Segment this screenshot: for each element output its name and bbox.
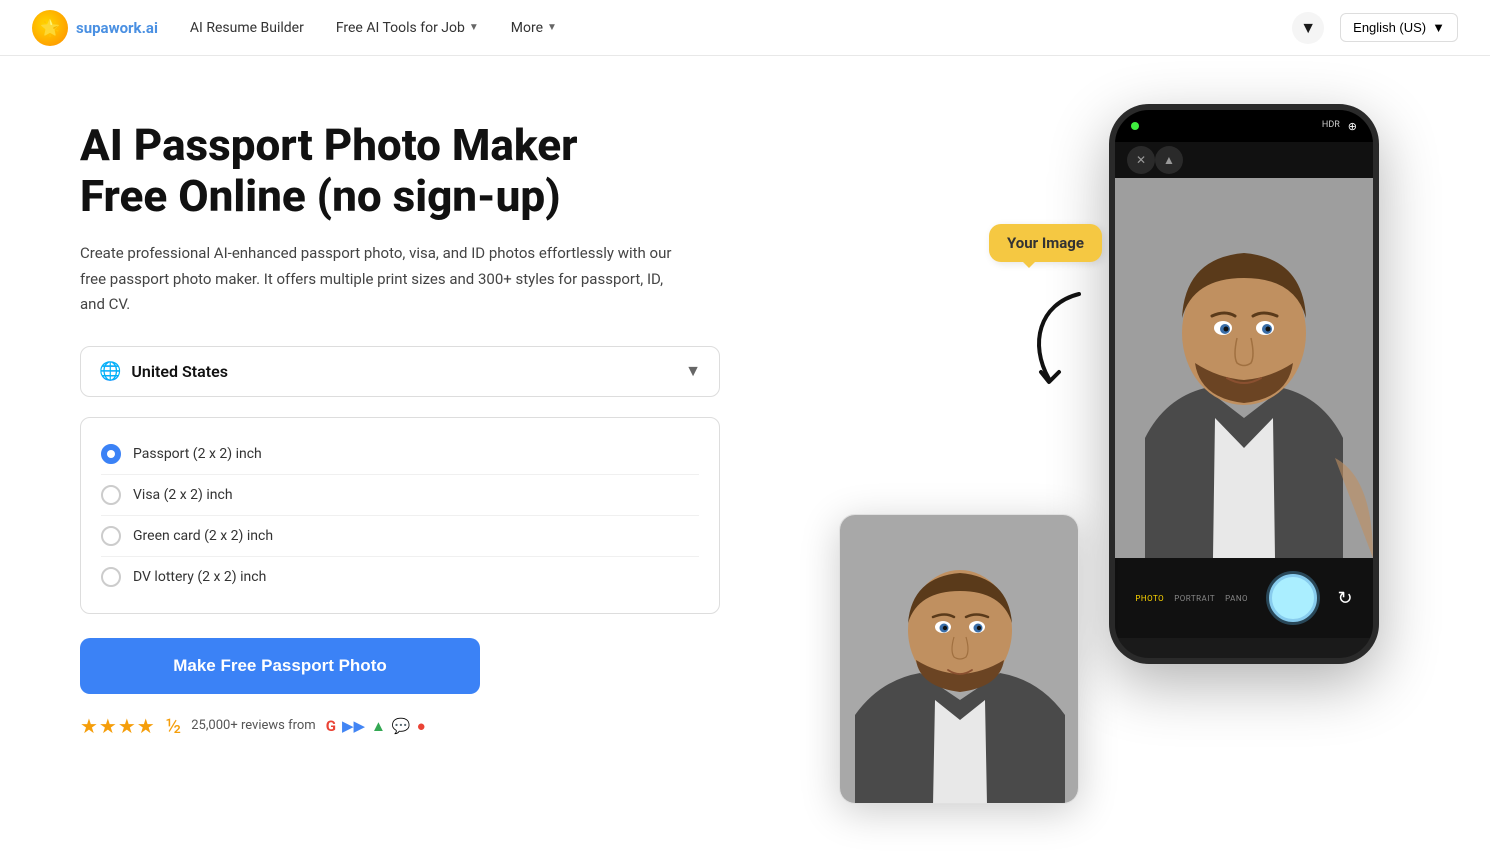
hero-description: Create professional AI-enhanced passport… bbox=[80, 241, 680, 318]
option-green-card[interactable]: Green card (2 x 2) inch bbox=[101, 516, 699, 557]
passport-output-card bbox=[839, 514, 1079, 804]
option-dv-lottery-label: DV lottery (2 x 2) inch bbox=[133, 569, 266, 585]
review-platform-icons: G ▶▶ ▲ 💬 ● bbox=[326, 717, 426, 735]
pano-mode[interactable]: PANO bbox=[1225, 594, 1248, 603]
option-passport[interactable]: Passport (2 x 2) inch bbox=[101, 434, 699, 475]
radio-visa[interactable] bbox=[101, 485, 121, 505]
option-dv-lottery[interactable]: DV lottery (2 x 2) inch bbox=[101, 557, 699, 597]
status-icons: HDR ⊕ bbox=[1322, 120, 1357, 133]
rotate-icon[interactable]: ↻ bbox=[1338, 588, 1353, 609]
logo-text: supawork.ai bbox=[76, 19, 158, 37]
hero-illustration: Your Image HDR ⊕ ✕ bbox=[760, 104, 1458, 824]
nav-ai-resume[interactable]: AI Resume Builder bbox=[190, 20, 304, 36]
hdr-label: HDR bbox=[1322, 120, 1340, 133]
hero-section: AI Passport Photo Maker Free Online (no … bbox=[0, 56, 1490, 856]
close-btn: ✕ bbox=[1127, 146, 1155, 174]
portrait-mode[interactable]: PORTRAIT bbox=[1174, 594, 1215, 603]
arrow-icon bbox=[1019, 284, 1109, 394]
reviews-row: ★★★★½ 25,000+ reviews from G ▶▶ ▲ 💬 ● bbox=[80, 714, 760, 738]
reviews-text: 25,000+ reviews from bbox=[191, 718, 315, 733]
option-green-card-label: Green card (2 x 2) inch bbox=[133, 528, 273, 544]
review-icon-4: 💬 bbox=[392, 717, 411, 735]
photo-type-options: Passport (2 x 2) inch Visa (2 x 2) inch … bbox=[80, 417, 720, 614]
page-title: AI Passport Photo Maker Free Online (no … bbox=[80, 120, 660, 221]
hero-content: AI Passport Photo Maker Free Online (no … bbox=[80, 104, 760, 738]
chevron-down-icon: ▼ bbox=[469, 22, 479, 33]
person-illustration bbox=[1115, 178, 1373, 558]
country-left: 🌐 United States bbox=[99, 361, 228, 382]
chevron-down-icon: ▼ bbox=[685, 361, 701, 381]
nav-left: 🌟 supawork.ai AI Resume Builder Free AI … bbox=[32, 10, 557, 46]
camera-controls: PHOTO PORTRAIT PANO ↻ bbox=[1115, 558, 1373, 638]
chevron-down-icon: ▼ bbox=[547, 22, 557, 33]
country-selector[interactable]: 🌐 United States ▼ bbox=[80, 346, 720, 397]
language-selector[interactable]: English (US) ▼ bbox=[1340, 13, 1458, 42]
speech-bubble: Your Image bbox=[989, 224, 1102, 262]
review-icon-2: ▶▶ bbox=[342, 717, 365, 735]
option-visa-label: Visa (2 x 2) inch bbox=[133, 487, 233, 503]
logo[interactable]: 🌟 supawork.ai bbox=[32, 10, 158, 46]
country-name: United States bbox=[131, 362, 228, 381]
main-phone: HDR ⊕ ✕ ▲ bbox=[1109, 104, 1379, 664]
language-label: English (US) bbox=[1353, 20, 1426, 35]
phone-controls: ✕ ▲ bbox=[1115, 142, 1373, 178]
radio-dv-lottery[interactable] bbox=[101, 567, 121, 587]
nav-free-ai-tools[interactable]: Free AI Tools for Job ▼ bbox=[336, 20, 479, 36]
phone-container: Your Image HDR ⊕ ✕ bbox=[819, 104, 1399, 824]
review-icon-5: ● bbox=[417, 717, 426, 735]
navigation: 🌟 supawork.ai AI Resume Builder Free AI … bbox=[0, 0, 1490, 56]
up-btn: ▲ bbox=[1155, 146, 1183, 174]
chevron-down-icon: ▼ bbox=[1432, 20, 1445, 35]
option-visa[interactable]: Visa (2 x 2) inch bbox=[101, 475, 699, 516]
notification-icon[interactable]: ▼ bbox=[1292, 12, 1324, 44]
logo-icon: 🌟 bbox=[32, 10, 68, 46]
radio-green-card[interactable] bbox=[101, 526, 121, 546]
camera-view bbox=[1115, 178, 1373, 558]
nav-right: ▼ English (US) ▼ bbox=[1292, 12, 1458, 44]
photo-mode[interactable]: PHOTO bbox=[1135, 594, 1164, 603]
passport-photo bbox=[840, 515, 1079, 804]
shutter-button[interactable] bbox=[1269, 574, 1317, 622]
cta-button[interactable]: Make Free Passport Photo bbox=[80, 638, 480, 694]
settings-icon: ⊕ bbox=[1348, 120, 1357, 133]
phone-status-bar: HDR ⊕ bbox=[1115, 110, 1373, 142]
google-icon: G bbox=[326, 717, 336, 735]
globe-icon: 🌐 bbox=[99, 361, 121, 382]
nav-more[interactable]: More ▼ bbox=[511, 20, 557, 36]
review-icon-3: ▲ bbox=[371, 717, 386, 735]
radio-passport[interactable] bbox=[101, 444, 121, 464]
status-dot bbox=[1131, 122, 1139, 130]
option-passport-label: Passport (2 x 2) inch bbox=[133, 446, 262, 462]
rating-stars: ★★★★ bbox=[80, 714, 156, 738]
